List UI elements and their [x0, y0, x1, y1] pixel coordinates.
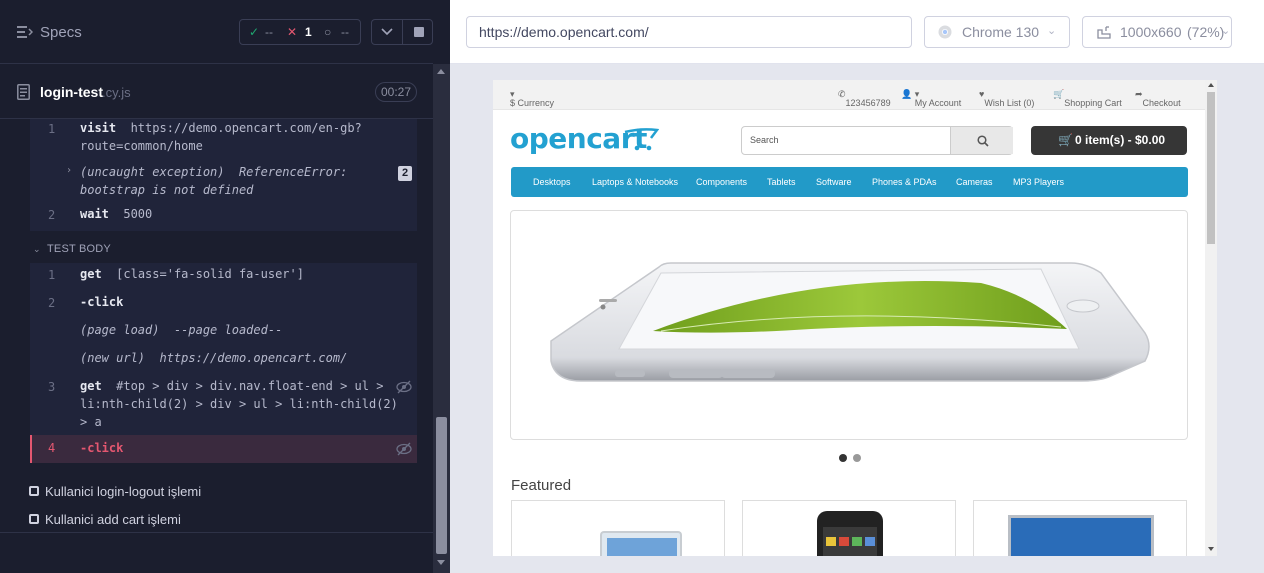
specs-label[interactable]: Specs	[40, 24, 82, 41]
reporter-header: Specs ✓ -- ✕ 1 ○ --	[0, 0, 433, 64]
scroll-down-arrow-icon[interactable]	[437, 560, 445, 565]
scroll-up-arrow-icon[interactable]	[437, 69, 445, 74]
command-number: 4	[48, 441, 56, 455]
command-new-url[interactable]: (new url) https://demo.opencart.com/	[30, 351, 417, 375]
command-click[interactable]: 2 -click	[30, 295, 417, 319]
menu-item-desktops[interactable]: Desktops	[533, 177, 571, 187]
command-page-load[interactable]: (page load) --page loaded--	[30, 323, 417, 347]
cart-logo-icon	[624, 128, 659, 151]
menu-item-cameras[interactable]: Cameras	[956, 177, 993, 187]
home-slideshow[interactable]	[510, 210, 1188, 440]
menu-item-mp3-players[interactable]: MP3 Players	[1013, 177, 1064, 187]
command-uncaught-exception[interactable]: › (uncaught exception) ReferenceError: b…	[30, 163, 417, 201]
failed-count: 1	[305, 25, 312, 39]
eye-slash-icon[interactable]	[396, 380, 412, 394]
command-wait[interactable]: 2 wait 5000	[30, 205, 417, 229]
featured-heading: Featured	[511, 477, 572, 494]
shopping-cart-link[interactable]: 🛒 Shopping Cart	[1053, 89, 1122, 108]
slide-dot-active[interactable]	[839, 454, 847, 462]
command-get[interactable]: 1 get [class='fa-solid fa-user']	[30, 267, 417, 291]
cart-icon: 🛒	[1058, 133, 1073, 147]
passed-check-icon: ✓	[249, 25, 260, 39]
laptop-image	[600, 531, 682, 556]
product-card-iphone[interactable]	[742, 500, 956, 556]
eye-slash-icon[interactable]	[396, 442, 412, 456]
menu-item-software[interactable]: Software	[816, 177, 852, 187]
chevron-down-icon[interactable]: ⌄	[33, 244, 41, 255]
search-icon	[977, 135, 989, 147]
scrollbar-thumb[interactable]	[1207, 92, 1215, 244]
spec-duration: 00:27	[375, 82, 417, 102]
app-under-test-pane: https://demo.opencart.com/ Chrome 130 ⌄ …	[450, 0, 1264, 573]
menu-item-laptops[interactable]: Laptops & Notebooks	[592, 177, 678, 187]
site-search: Search	[741, 126, 1013, 155]
test-body-commands: 1 get [class='fa-solid fa-user'] 2 -clic…	[30, 263, 417, 463]
opencart-topbar: $ Currency ▾ ✆ 123456789 👤 My Account ▾ …	[493, 80, 1205, 110]
aut-header: https://demo.opencart.com/ Chrome 130 ⌄ …	[450, 0, 1264, 64]
viewport-info[interactable]: 1000x660 (72%) ⌄	[1082, 16, 1232, 48]
cart-button[interactable]: 🛒 0 item(s) - $0.00	[1031, 126, 1187, 155]
phone-image	[817, 511, 883, 556]
viewport-size: 1000x660	[1120, 24, 1182, 40]
aut-iframe: $ Currency ▾ ✆ 123456789 👤 My Account ▾ …	[493, 80, 1217, 556]
browser-selector[interactable]: Chrome 130 ⌄	[924, 16, 1070, 48]
search-input[interactable]: Search	[750, 135, 779, 145]
specs-list-icon[interactable]	[17, 25, 33, 39]
test-stats: ✓ -- ✕ 1 ○ --	[239, 19, 361, 45]
run-controls	[371, 19, 433, 45]
chevron-down-icon: ⌄	[1221, 25, 1231, 37]
before-hook-commands: 1 visit https://demo.opencart.com/en-gb?…	[30, 119, 417, 231]
checkbox-icon	[29, 486, 39, 496]
menu-item-tablets[interactable]: Tablets	[767, 177, 796, 187]
checkout-link[interactable]: ➦ Checkout	[1135, 89, 1181, 108]
menu-item-components[interactable]: Components	[696, 177, 747, 187]
iphone-slide-image	[550, 262, 1150, 382]
scroll-down-arrow-icon[interactable]	[1208, 547, 1214, 551]
reporter-scrollbar[interactable]	[433, 64, 450, 573]
wishlist-link[interactable]: ♥ Wish List (0)	[979, 89, 1034, 108]
chevron-right-icon[interactable]: ›	[66, 165, 72, 176]
test-body-label[interactable]: TEST BODY	[47, 243, 111, 255]
scroll-up-arrow-icon[interactable]	[1208, 83, 1214, 87]
search-button[interactable]	[950, 127, 1013, 154]
command-get-selector[interactable]: 3 get #top > div > div.nav.float-end > u…	[30, 379, 417, 433]
my-account-dropdown[interactable]: 👤 My Account ▾	[901, 89, 961, 108]
spec-extension: .cy.js	[102, 85, 131, 100]
command-name: -click	[80, 441, 124, 455]
exception-count-badge: 2	[398, 166, 412, 181]
stop-button[interactable]	[414, 27, 424, 37]
monitor-image	[1008, 515, 1154, 556]
chrome-icon	[938, 25, 952, 39]
cypress-reporter: Specs ✓ -- ✕ 1 ○ -- login-test .cy.js 00…	[0, 0, 450, 573]
chevron-down-icon[interactable]	[381, 28, 393, 36]
command-click-failed[interactable]: 4 -click	[30, 435, 417, 463]
scrollbar-thumb[interactable]	[436, 417, 447, 554]
command-visit[interactable]: 1 visit https://demo.opencart.com/en-gb?…	[30, 119, 417, 161]
document-icon	[17, 84, 30, 100]
iframe-scrollbar[interactable]	[1205, 80, 1217, 556]
url-bar[interactable]: https://demo.opencart.com/	[466, 16, 912, 48]
menu-item-phones[interactable]: Phones & PDAs	[872, 177, 937, 187]
pending-spinner-icon: ○	[324, 25, 332, 39]
spec-name[interactable]: login-test	[40, 84, 103, 100]
slide-dot[interactable]	[853, 454, 861, 462]
product-card-macbook-air[interactable]	[973, 500, 1187, 556]
ruler-icon	[1097, 26, 1111, 39]
checkbox-icon	[29, 514, 39, 524]
category-menu: Desktops Laptops & Notebooks Components …	[511, 167, 1188, 197]
spec-header: login-test .cy.js 00:27	[0, 65, 433, 119]
phone-link[interactable]: ✆ 123456789	[838, 89, 891, 108]
chevron-down-icon: ⌄	[1047, 25, 1057, 37]
passed-count: --	[265, 25, 273, 39]
viewport-scale: (72%)	[1187, 24, 1225, 40]
pending-count: --	[341, 25, 349, 39]
failed-x-icon: ✕	[287, 25, 298, 39]
browser-name: Chrome 130	[962, 24, 1040, 40]
product-card-macbook[interactable]	[511, 500, 725, 556]
currency-dropdown[interactable]: $ Currency ▾	[510, 89, 554, 108]
